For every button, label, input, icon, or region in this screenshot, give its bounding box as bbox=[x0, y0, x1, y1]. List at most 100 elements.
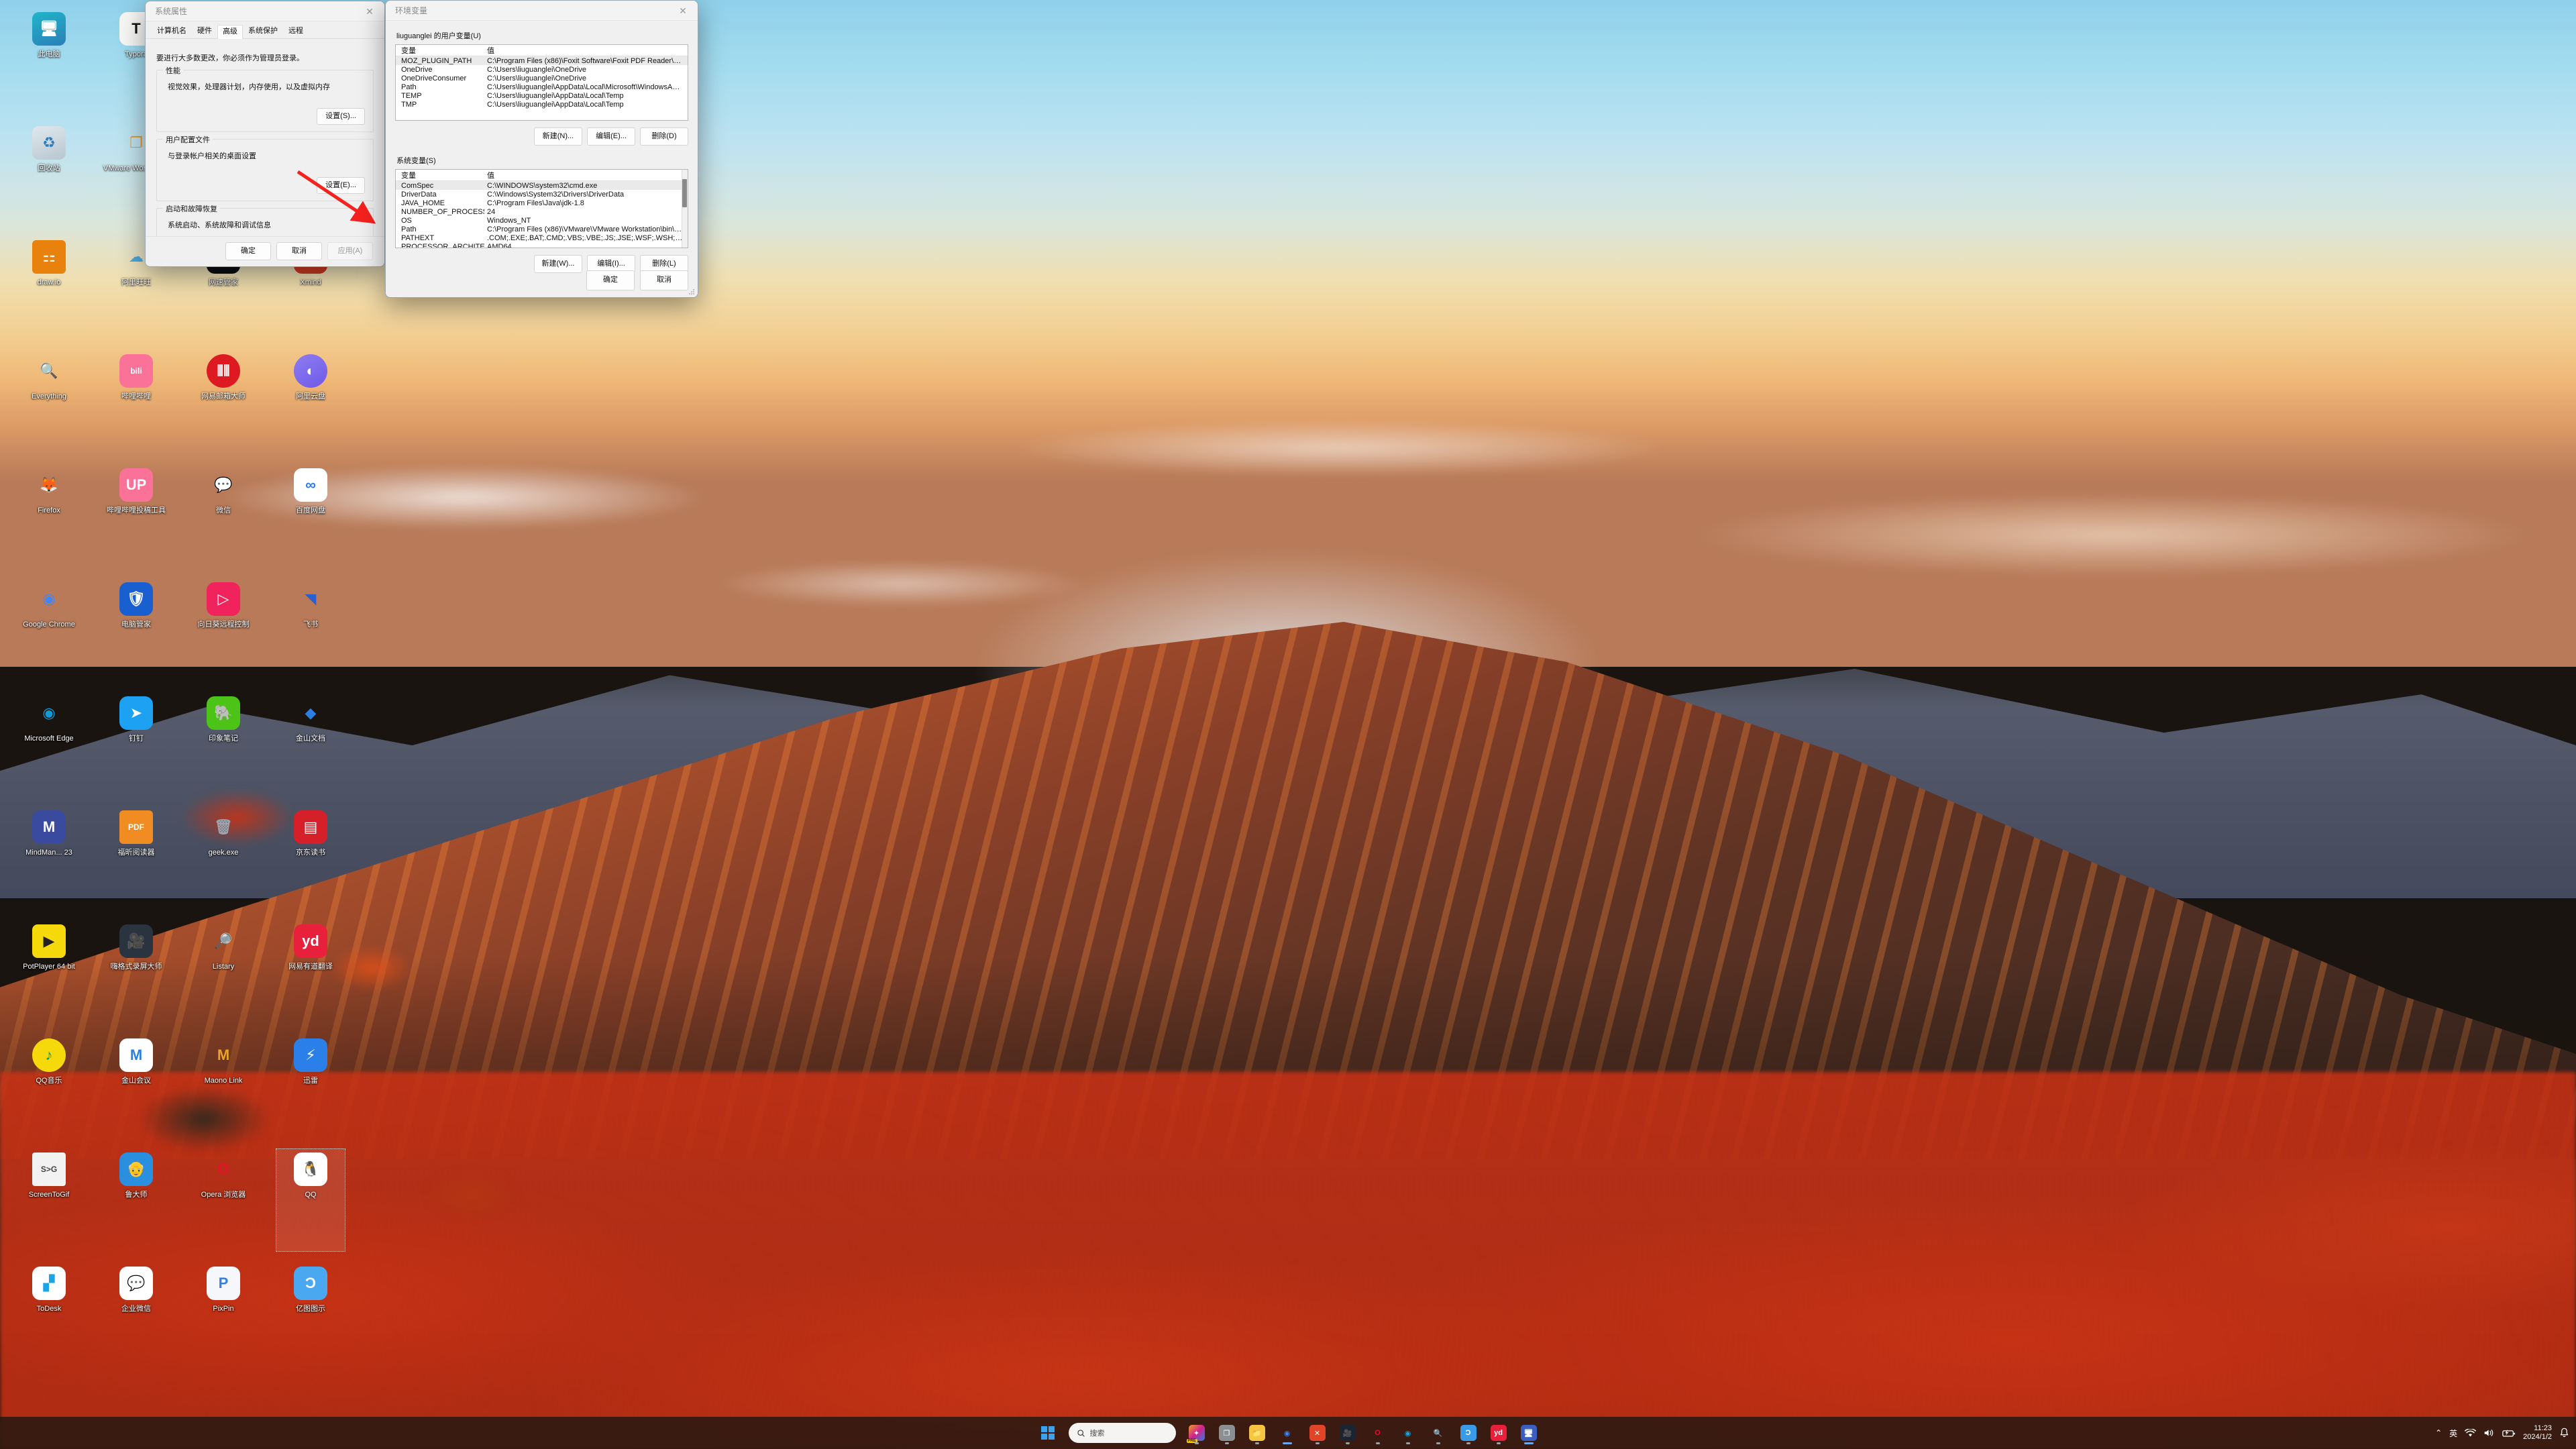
cancel-button[interactable]: 取消 bbox=[640, 270, 688, 290]
wifi-icon[interactable] bbox=[2465, 1428, 2477, 1438]
taskbar-item-youdao-translate[interactable]: yd bbox=[1487, 1421, 1511, 1445]
tab-0[interactable]: 计算机名 bbox=[152, 24, 192, 38]
taskbar-item-microsoft-edge[interactable]: ◉ bbox=[1396, 1421, 1420, 1445]
table-row[interactable]: DriverData C:\Windows\System32\Drivers\Dr… bbox=[396, 190, 688, 199]
desktop-icon-bilibili-upload[interactable]: UP 哔哩哔哩投稿工具 bbox=[93, 462, 180, 576]
groupbox-settings-button-1[interactable]: 设置(E)... bbox=[317, 177, 365, 195]
desktop-icon-ludashi[interactable]: 👴 鲁大师 bbox=[93, 1146, 180, 1260]
desktop-icon-youdao-translate[interactable]: yd 网易有道翻译 bbox=[267, 918, 354, 1032]
desktop-icon-netease-mail[interactable]: ⦀⦀ 网易邮箱大师 bbox=[180, 347, 267, 462]
chevron-up-icon[interactable]: ⌃ bbox=[2435, 1428, 2442, 1438]
system-properties-titlebar[interactable]: 系统属性 ✕ bbox=[146, 1, 384, 21]
taskbar-item-system-properties[interactable]: 🖥 bbox=[1517, 1421, 1541, 1445]
desktop-icon-foxit-reader[interactable]: PDF 福昕阅读器 bbox=[93, 804, 180, 918]
system-properties-window[interactable]: 系统属性 ✕ 计算机名 硬件 高级 系统保护 远程 要进行大多数更改，你必须作为管理员登… bbox=[145, 1, 385, 267]
desktop-icon-wechat[interactable]: 💬 微信 bbox=[180, 462, 267, 576]
tab-4[interactable]: 远程 bbox=[283, 24, 309, 38]
user-new-button[interactable]: 新建(N)... bbox=[534, 127, 582, 146]
table-row[interactable]: Path C:\Program Files (x86)\VMware\VMware… bbox=[396, 225, 688, 233]
desktop-icon-everything[interactable]: 🔍 Everything bbox=[5, 347, 93, 462]
desktop-icon-jd-read[interactable]: ▤ 京东读书 bbox=[267, 804, 354, 918]
desktop-icon-wework[interactable]: 💬 企业微信 bbox=[93, 1260, 180, 1374]
table-row[interactable]: PROCESSOR_ARCHITECTUREAMD64 bbox=[396, 242, 688, 248]
system-variables-scrollbar[interactable] bbox=[682, 170, 688, 248]
scrollbar-thumb[interactable] bbox=[682, 179, 687, 208]
desktop-icon-kingsoft-meeting[interactable]: M 金山会议 bbox=[93, 1032, 180, 1146]
table-row[interactable]: Path C:\Users\liuguanglei\AppData\Local\M… bbox=[396, 83, 688, 91]
desktop-icon-recycle-bin[interactable]: ♻ 回收站 bbox=[5, 119, 93, 233]
user-variables-list[interactable]: 变量 值 MOZ_PLUGIN_PATH C:\Program Files (x8… bbox=[395, 44, 688, 121]
table-row[interactable]: TEMP C:\Users\liuguanglei\AppData\Local\T… bbox=[396, 91, 688, 100]
desktop-icon-chrome[interactable]: ◉ Google Chrome bbox=[5, 576, 93, 690]
desktop-icon-dingtalk[interactable]: ➤ 钉钉 bbox=[93, 690, 180, 804]
desktop-icon-todesk[interactable]: ▞ ToDesk bbox=[5, 1260, 93, 1374]
table-row[interactable]: ComSpec C:\WINDOWS\system32\cmd.exe bbox=[396, 181, 688, 191]
desktop-icon-firefox[interactable]: 🦊 Firefox bbox=[5, 462, 93, 576]
desktop-icon-mindmanager[interactable]: M MindMan... 23 bbox=[5, 804, 93, 918]
taskbar-item-opera[interactable]: O bbox=[1366, 1421, 1390, 1445]
desktop-icon-qq[interactable]: 🐧 QQ bbox=[267, 1146, 354, 1260]
battery-icon[interactable] bbox=[2502, 1429, 2516, 1438]
desktop-icon-edraw[interactable]: Ɔ 亿图图示 bbox=[267, 1260, 354, 1374]
edge-icon: ◉ bbox=[42, 704, 56, 721]
user-delete-button[interactable]: 删除(D) bbox=[640, 127, 688, 146]
ok-button[interactable]: 确定 bbox=[586, 270, 635, 290]
tab-2[interactable]: 高级 bbox=[217, 25, 243, 39]
resize-grip-icon[interactable] bbox=[688, 288, 695, 295]
close-icon[interactable]: ✕ bbox=[668, 1, 698, 21]
environment-variables-titlebar[interactable]: 环境变量 ✕ bbox=[386, 1, 698, 21]
table-row[interactable]: PATHEXT .COM;.EXE;.BAT;.CMD;.VBS;.VBE;.JS… bbox=[396, 233, 688, 242]
table-row[interactable]: TMP C:\Users\liuguanglei\AppData\Local\Te… bbox=[396, 100, 688, 109]
desktop-icon-thunder[interactable]: ⚡ 迅雷 bbox=[267, 1032, 354, 1146]
desktop-icon-bilibili[interactable]: bili 哔哩哔哩 bbox=[93, 347, 180, 462]
desktop-icon-aliyun-drive[interactable]: ◐ 阿里云盘 bbox=[267, 347, 354, 462]
desktop-icon-evernote[interactable]: 🐘 印象笔记 bbox=[180, 690, 267, 804]
taskbar-item-google-chrome[interactable]: ◉ bbox=[1275, 1421, 1299, 1445]
tab-3[interactable]: 系统保护 bbox=[243, 24, 283, 38]
table-row[interactable]: NUMBER_OF_PROCESSORS24 bbox=[396, 207, 688, 216]
groupbox-settings-button-0[interactable]: 设置(S)... bbox=[317, 108, 365, 125]
bell-icon[interactable] bbox=[2559, 1428, 2569, 1438]
environment-variables-window[interactable]: 环境变量 ✕ liuguanglei 的用户变量(U) 变量 值 MOZ_PLU… bbox=[385, 0, 698, 298]
desktop-icon-listary[interactable]: 🔎 Listary bbox=[180, 918, 267, 1032]
tab-1[interactable]: 硬件 bbox=[192, 24, 217, 38]
taskbar-item-edraw[interactable]: Ɔ bbox=[1456, 1421, 1481, 1445]
desktop-icon-sunlogin[interactable]: ▷ 向日葵远程控制 bbox=[180, 576, 267, 690]
volume-icon[interactable] bbox=[2483, 1428, 2495, 1438]
desktop-icon-drawio[interactable]: ⚏ draw.io bbox=[5, 233, 93, 347]
taskbar-item-screen-recorder[interactable]: 🎥 bbox=[1336, 1421, 1360, 1445]
taskbar-item-file-explorer[interactable]: 📁 bbox=[1245, 1421, 1269, 1445]
taskbar-item-task-view[interactable]: ❐ bbox=[1215, 1421, 1239, 1445]
system-variables-list[interactable]: 变量 值 ComSpec C:\WINDOWS\system32\cmd.exe D… bbox=[395, 169, 688, 249]
desktop-icon-kingsoft-docs[interactable]: ◆ 金山文档 bbox=[267, 690, 354, 804]
desktop-icon-this-pc[interactable]: 🖥 此电脑 bbox=[5, 5, 93, 119]
taskbar-item-everything[interactable]: 🔍 bbox=[1426, 1421, 1450, 1445]
table-row[interactable]: OneDrive C:\Users\liuguanglei\OneDrive bbox=[396, 65, 688, 74]
taskbar-item-xmind[interactable]: ✕ bbox=[1305, 1421, 1330, 1445]
desktop-icon-potplayer[interactable]: ▶ PotPlayer 64 bit bbox=[5, 918, 93, 1032]
user-edit-button[interactable]: 编辑(E)... bbox=[587, 127, 635, 146]
desktop-icon-maono-link[interactable]: M Maono Link bbox=[180, 1032, 267, 1146]
desktop-icon-geek-uninstaller[interactable]: 🗑 geek.exe bbox=[180, 804, 267, 918]
desktop-icon-feishu[interactable]: ◥ 飞书 bbox=[267, 576, 354, 690]
desktop-icon-qq-music[interactable]: ♪ QQ音乐 bbox=[5, 1032, 93, 1146]
ime-indicator[interactable]: 英 bbox=[2449, 1428, 2457, 1439]
desktop-icon-screentogif[interactable]: S>G ScreenToGif bbox=[5, 1146, 93, 1260]
desktop-icon-higeshi-recorder[interactable]: 🎥 嗨格式录屏大师 bbox=[93, 918, 180, 1032]
clock[interactable]: 11:23 2024/1/2 bbox=[2523, 1424, 2552, 1441]
table-row[interactable]: OS Windows_NT bbox=[396, 216, 688, 225]
search-input[interactable]: 搜索 bbox=[1068, 1423, 1176, 1443]
taskbar-item-copilot[interactable]: ✦ PRE bbox=[1185, 1421, 1209, 1445]
close-icon[interactable]: ✕ bbox=[355, 1, 384, 21]
table-row[interactable]: OneDriveConsumer C:\Users\liuguanglei\One… bbox=[396, 74, 688, 83]
table-row[interactable]: MOZ_PLUGIN_PATH C:\Program Files (x86)\Fo… bbox=[396, 56, 688, 65]
cancel-button[interactable]: 取消 bbox=[276, 241, 322, 261]
start-icon[interactable] bbox=[1036, 1421, 1060, 1445]
desktop-icon-pixpin[interactable]: P PixPin bbox=[180, 1260, 267, 1374]
desktop-icon-baidu-netdisk[interactable]: ∞ 百度网盘 bbox=[267, 462, 354, 576]
desktop-icon-pc-manager[interactable]: 🛡 电脑管家 bbox=[93, 576, 180, 690]
desktop-icon-opera[interactable]: O Opera 浏览器 bbox=[180, 1146, 267, 1260]
desktop-icon-edge[interactable]: ◉ Microsoft Edge bbox=[5, 690, 93, 804]
ok-button[interactable]: 确定 bbox=[225, 241, 271, 261]
table-row[interactable]: JAVA_HOME C:\Program Files\Java\jdk-1.8 bbox=[396, 199, 688, 207]
